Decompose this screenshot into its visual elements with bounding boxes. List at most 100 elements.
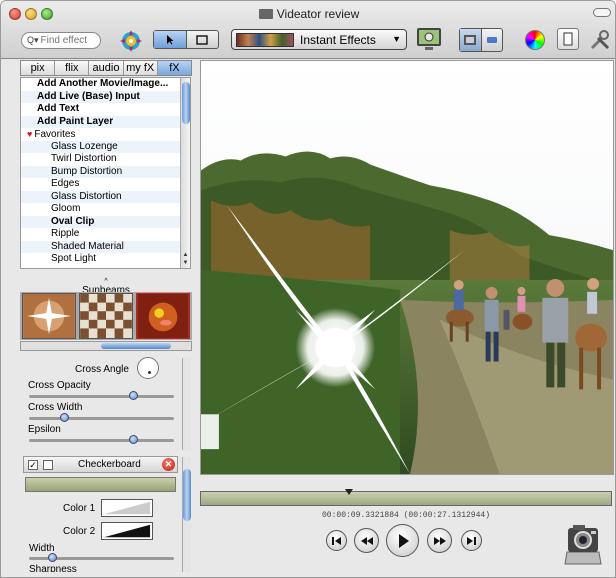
list-item[interactable]: Bump Distortion (21, 165, 190, 178)
timeline-scrubber[interactable] (200, 489, 612, 506)
view-mode-segment (459, 28, 503, 52)
skip-forward-icon (467, 536, 476, 545)
list-item[interactable]: Edges (21, 178, 190, 191)
rewind-icon (360, 536, 373, 545)
arrow-pointer-icon (166, 35, 174, 45)
layer-scrollbar[interactable] (182, 457, 191, 572)
monitor-icon[interactable] (415, 26, 443, 52)
list-item[interactable]: Gloom (21, 203, 190, 216)
library-tabs: pix flix audio my fX fX (20, 60, 192, 76)
list-item[interactable]: Spot Light (21, 253, 190, 266)
document-icon (258, 9, 273, 19)
heart-icon: ♥ (27, 129, 33, 139)
window-title: Videator review (1, 7, 615, 21)
snapshot-camera-icon[interactable] (563, 522, 603, 566)
toolbar-toggle-button[interactable] (593, 8, 611, 17)
effects-list-scrollbar[interactable]: ▲ ▼ (180, 78, 190, 268)
cross-opacity-label: Cross Opacity (28, 380, 91, 391)
playhead-marker[interactable] (345, 489, 354, 495)
width-knob[interactable] (48, 553, 58, 562)
effects-list: Add Another Movie/Image... Add Live (Bas… (20, 77, 191, 269)
scrollbar-thumb[interactable] (182, 82, 190, 124)
color-1-swatch[interactable] (101, 499, 153, 517)
list-item[interactable]: Shaded Material (21, 240, 190, 253)
tab-audio[interactable]: audio (89, 61, 124, 75)
effect-preview-strip (20, 292, 192, 340)
color-wheel-icon[interactable] (525, 30, 545, 50)
cross-width-slider[interactable] (29, 417, 174, 420)
cross-angle-dial[interactable] (137, 357, 159, 379)
scroll-up-icon[interactable]: ▲ (181, 251, 190, 259)
favorites-group[interactable]: ♥ Favorites (21, 128, 190, 141)
popup-arrow-icon: ▼ (392, 34, 401, 44)
scroll-down-icon[interactable]: ▼ (181, 259, 190, 267)
checkerboard-thumbnail[interactable] (79, 293, 133, 339)
skip-back-icon (332, 536, 341, 545)
tab-fx[interactable]: fX (157, 61, 192, 75)
sharpness-label: Sharpness (29, 564, 77, 572)
cross-angle-label: Cross Angle (75, 364, 129, 375)
list-item[interactable]: Add Paint Layer (21, 115, 190, 128)
cross-opacity-knob[interactable] (129, 391, 139, 400)
list-item[interactable]: Twirl Distortion (21, 153, 190, 166)
color-1-label: Color 1 (63, 503, 96, 514)
cross-width-knob[interactable] (59, 413, 69, 422)
face-thumbnail[interactable] (136, 293, 190, 339)
color-2-label: Color 2 (63, 526, 96, 537)
cross-opacity-slider[interactable] (29, 395, 174, 398)
page-icon (563, 32, 573, 46)
rewind-button[interactable] (354, 528, 379, 553)
search-icon: Q▾ (27, 35, 39, 45)
parameters-scrollbar[interactable] (182, 358, 191, 450)
video-viewer[interactable] (200, 60, 614, 475)
instant-effects-popup[interactable]: Instant Effects ▼ (231, 29, 407, 50)
effects-strip-icon (236, 32, 294, 47)
document-button[interactable] (557, 28, 579, 50)
epsilon-knob[interactable] (129, 435, 139, 444)
scrollbar-thumb[interactable] (101, 343, 171, 349)
remove-layer-icon[interactable]: ✕ (162, 458, 175, 471)
effect-parameters: Cross Angle Cross Opacity Cross Width Ep… (23, 356, 178, 450)
find-effect-search[interactable]: Q▾ Find effect (21, 32, 101, 49)
layer-header: ✓ Checkerboard ✕ (23, 456, 178, 473)
list-item[interactable]: Glass Distortion (21, 190, 190, 203)
slider-icon (486, 37, 497, 43)
play-icon (398, 533, 409, 548)
timecode-display: 00:00:09.3321884 (00:00:27.1312944) (321, 511, 491, 520)
checkerboard-layer: ✓ Checkerboard ✕ Color 1 Color 2 Width S… (23, 456, 178, 576)
tab-my-fx[interactable]: my fX (124, 61, 158, 75)
film-view-button[interactable] (460, 29, 482, 51)
app-window: Videator review Q▾ Find effect Instant Ef… (0, 0, 616, 578)
title-bar: Videator review Q▾ Find effect Instant Ef… (1, 1, 615, 59)
layer-solo-checkbox[interactable] (43, 460, 53, 470)
list-item[interactable]: Ripple (21, 228, 190, 241)
tab-pix[interactable]: pix (21, 61, 56, 75)
tool-segment (153, 30, 219, 49)
list-item[interactable]: Glass Lozenge (21, 140, 190, 153)
color-2-swatch[interactable] (101, 522, 153, 540)
go-to-end-button[interactable] (461, 530, 482, 551)
crop-tool-button[interactable] (187, 31, 219, 48)
play-button[interactable] (386, 524, 419, 557)
cross-width-label: Cross Width (28, 402, 83, 413)
list-item[interactable]: Add Another Movie/Image... (21, 78, 190, 91)
layer-enabled-checkbox[interactable]: ✓ (28, 460, 38, 470)
go-to-start-button[interactable] (326, 530, 347, 551)
list-item[interactable]: Add Live (Base) Input (21, 90, 190, 103)
tools-icon[interactable] (587, 27, 613, 53)
effects-gear-icon[interactable] (118, 29, 144, 53)
inspector-view-button[interactable] (482, 29, 503, 51)
rectangle-icon (196, 34, 208, 45)
list-item[interactable]: Oval Clip (21, 215, 190, 228)
epsilon-slider[interactable] (29, 439, 174, 442)
tab-flix[interactable]: flix (55, 61, 90, 75)
layer-range-bar[interactable] (25, 477, 176, 492)
pointer-tool-button[interactable] (154, 31, 187, 48)
scrollbar-thumb[interactable] (183, 469, 191, 521)
epsilon-label: Epsilon (28, 424, 61, 435)
preview-scrollbar[interactable] (20, 341, 192, 351)
fast-forward-button[interactable] (427, 528, 452, 553)
list-item[interactable]: Add Text (21, 103, 190, 116)
sunbeams-thumbnail[interactable] (22, 293, 76, 339)
fast-forward-icon (433, 536, 446, 545)
